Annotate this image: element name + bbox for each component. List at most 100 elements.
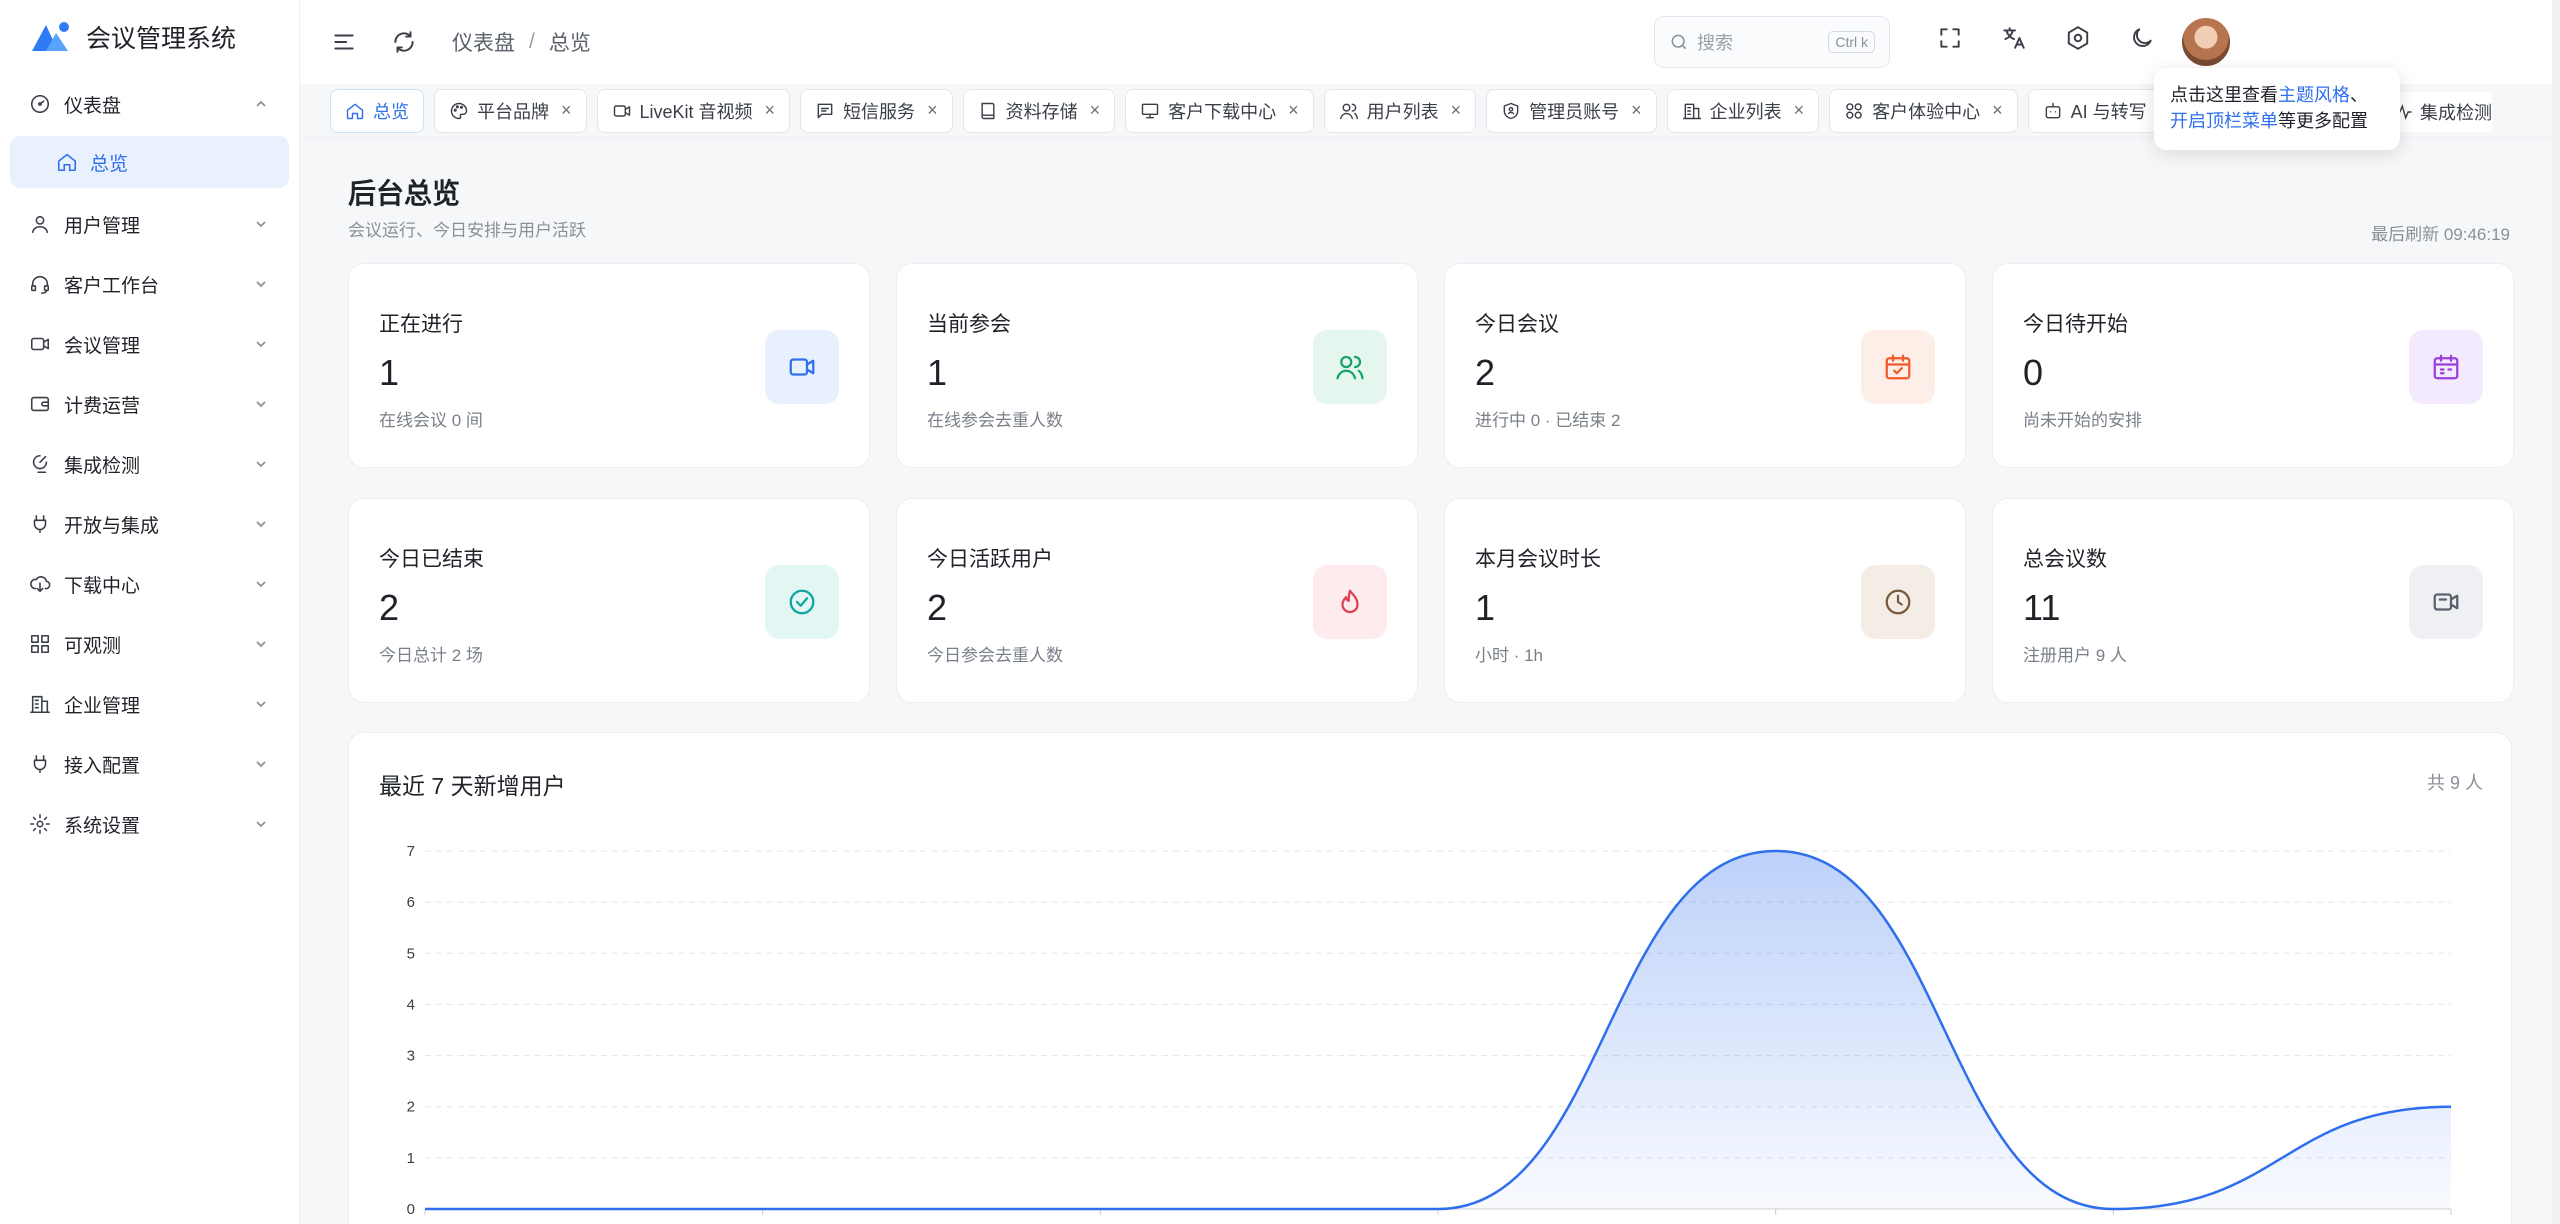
tab-8[interactable]: 企业列表 × [1666, 88, 1820, 133]
palette-icon [450, 102, 468, 119]
close-icon[interactable]: × [1794, 100, 1805, 121]
users-icon [1339, 103, 1358, 119]
search-box[interactable]: 搜索 Ctrl k [1654, 16, 1890, 68]
dark-mode-button[interactable] [2122, 18, 2162, 58]
close-icon[interactable]: × [1992, 100, 2003, 121]
sidebar-item-6[interactable]: 开放与集成 [10, 496, 289, 552]
series-line [424, 849, 2452, 1211]
close-icon[interactable]: × [1288, 100, 1299, 121]
stat-card-value: 11 [2023, 587, 2061, 628]
close-icon[interactable]: × [927, 100, 938, 121]
tooltip-mid: 、 [2350, 85, 2368, 105]
tab-7[interactable]: 管理员账号 × [1486, 88, 1657, 133]
close-icon[interactable]: × [1090, 100, 1101, 121]
close-icon[interactable]: × [1631, 100, 1642, 121]
stat-card-desc: 小时 · 1h [1475, 646, 1544, 665]
check-circle-icon [765, 565, 839, 639]
sidebar-item-2[interactable]: 客户工作台 [10, 256, 289, 312]
robot-icon [2045, 102, 2061, 118]
tab-2[interactable]: LiveKit 音视频 × [596, 88, 791, 133]
calendar-icon [2409, 330, 2483, 404]
tab-6[interactable]: 用户列表 × [1323, 88, 1477, 133]
sidebar-item-label: 接入配置 [64, 755, 141, 777]
plug-icon [28, 512, 52, 536]
breadcrumb-current: 总览 [548, 32, 591, 55]
tab-9[interactable]: 客户体验中心 × [1829, 88, 2018, 133]
tab-4[interactable]: 资料存储 × [962, 88, 1116, 133]
page-scrollbar[interactable] [2552, 0, 2560, 1224]
search-placeholder: 搜索 [1697, 33, 1733, 53]
sidebar-subitem-label: 总览 [90, 153, 129, 175]
stat-card-title: 本月会议时长 [1475, 548, 1601, 571]
cloud-download-icon [28, 572, 52, 596]
fullscreen-icon [1940, 28, 1960, 48]
book-icon [981, 102, 995, 119]
y-tick-label: 1 [407, 1150, 415, 1167]
close-icon[interactable]: × [1451, 100, 1462, 121]
settings-button[interactable] [2058, 18, 2098, 58]
refresh-button[interactable] [384, 22, 424, 62]
sidebar-item-1[interactable]: 用户管理 [10, 196, 289, 252]
tooltip-link-theme[interactable]: 主题风格 [2278, 85, 2350, 105]
search-shortcut: Ctrl k [1828, 31, 1875, 53]
tab-label: 用户列表 [1366, 101, 1439, 122]
chevron-down-icon [253, 636, 269, 652]
tab-5[interactable]: 客户下载中心 × [1125, 88, 1314, 133]
sidebar-item-10[interactable]: 接入配置 [10, 736, 289, 792]
headset-icon [28, 272, 52, 296]
tab-label: LiveKit 音视频 [639, 101, 753, 122]
brand[interactable]: 会议管理系统 [0, 0, 299, 74]
sidebar-subitem-overview[interactable]: 总览 [10, 136, 289, 188]
plug-icon [28, 752, 52, 776]
close-icon[interactable]: × [765, 100, 776, 121]
breadcrumb-separator: / [529, 30, 535, 53]
tooltip-prefix: 点击这里查看 [2170, 85, 2278, 105]
stat-card-value: 2 [1475, 352, 1496, 393]
sidebar-item-3[interactable]: 会议管理 [10, 316, 289, 372]
menu-toggle-button[interactable] [324, 22, 364, 62]
tab-0[interactable]: 总览 [330, 88, 424, 133]
tab-label: 资料存储 [1005, 101, 1078, 122]
breadcrumb-item[interactable]: 仪表盘 [452, 27, 515, 57]
y-tick-label: 5 [407, 945, 415, 962]
close-icon[interactable]: × [561, 100, 572, 121]
stat-card-title: 正在进行 [379, 313, 463, 336]
y-tick-label: 0 [407, 1201, 415, 1218]
stat-card-desc: 今日总计 2 场 [379, 646, 483, 665]
sidebar-item-8[interactable]: 可观测 [10, 616, 289, 672]
apps-icon [1846, 102, 1862, 119]
building-icon [28, 692, 52, 716]
tooltip-link-topbar[interactable]: 开启顶栏菜单 [2170, 111, 2278, 131]
y-tick-label: 6 [407, 894, 415, 911]
sidebar-item-4[interactable]: 计费运营 [10, 376, 289, 432]
stat-card-7: 总会议数 11 注册用户 9 人 [1992, 498, 2514, 703]
flame-icon [1313, 565, 1387, 639]
sidebar-item-9[interactable]: 企业管理 [10, 676, 289, 732]
brand-logo-icon [32, 22, 69, 51]
stat-card-1: 当前参会 1 在线参会去重人数 [896, 263, 1418, 468]
chevron-down-icon [253, 576, 269, 592]
calendar-check-icon [1861, 330, 1935, 404]
fullscreen-button[interactable] [1930, 18, 1970, 58]
translate-icon [2003, 27, 2025, 49]
stat-card-desc: 在线会议 0 间 [379, 411, 483, 430]
shield-icon [1503, 102, 1519, 119]
tab-clipped[interactable]: 集成检测 [2390, 92, 2492, 132]
tab-3[interactable]: 短信服务 × [800, 88, 953, 133]
user-avatar[interactable] [2180, 16, 2232, 68]
chevron-down-icon [253, 336, 269, 352]
video-icon [765, 330, 839, 404]
sidebar-item-5[interactable]: 集成检测 [10, 436, 289, 492]
y-tick-label: 4 [407, 996, 415, 1013]
sidebar-item-0[interactable]: 仪表盘 [10, 76, 289, 132]
breadcrumb: 仪表盘 / 总览 [452, 27, 591, 57]
chevron-down-icon [253, 396, 269, 412]
stat-card-title: 今日会议 [1475, 313, 1559, 336]
tab-1[interactable]: 平台品牌 × [434, 88, 587, 133]
y-tick-label: 3 [407, 1048, 415, 1065]
language-button[interactable] [1994, 18, 2034, 58]
stat-card-desc: 进行中 0 · 已结束 2 [1475, 411, 1621, 430]
sidebar-item-label: 企业管理 [64, 695, 141, 717]
sidebar-item-11[interactable]: 系统设置 [10, 796, 289, 852]
sidebar-item-7[interactable]: 下载中心 [10, 556, 289, 612]
